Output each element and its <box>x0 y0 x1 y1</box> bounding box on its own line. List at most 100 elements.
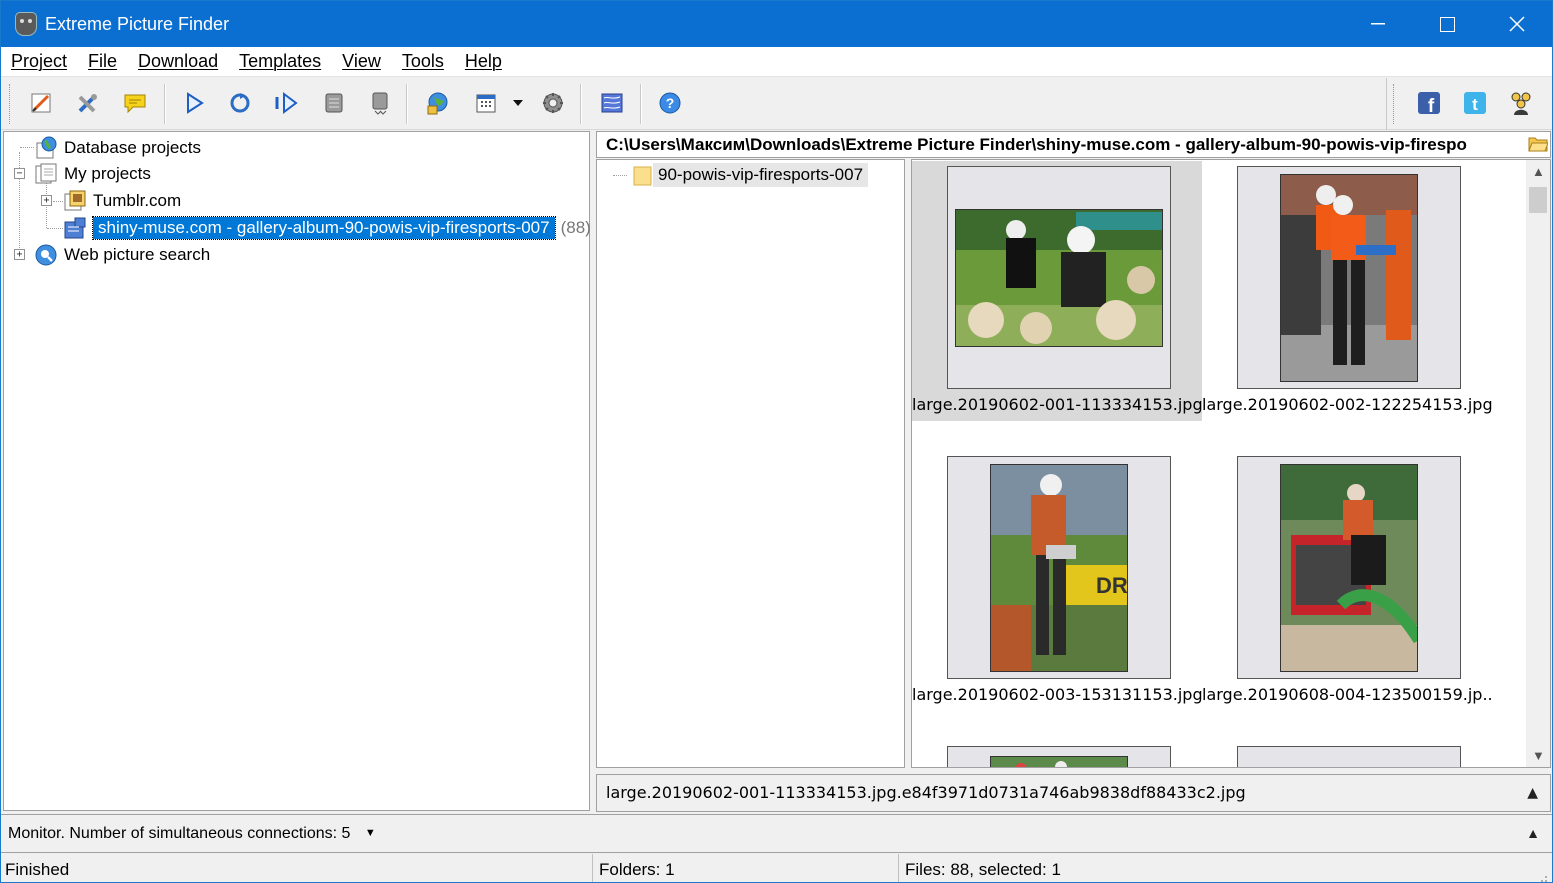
svg-text:t: t <box>1472 95 1478 114</box>
monitor-bar[interactable]: Monitor. Number of simultaneous connecti… <box>1 814 1552 853</box>
chevron-up-icon[interactable]: ▲ <box>1527 775 1538 811</box>
thumbnail-item-partial[interactable] <box>912 741 1202 767</box>
calendar-dropdown-icon[interactable] <box>509 90 527 116</box>
app-window: Extreme Picture Finder Project File Down… <box>0 0 1553 883</box>
tree-expand-tumblr[interactable]: + <box>41 195 52 206</box>
menu-file[interactable]: File <box>88 51 117 72</box>
social-toolbar-grip[interactable] <box>1393 84 1396 124</box>
folder-name: 90-powis-vip-firesports-007 <box>653 163 869 187</box>
thumbnail-item[interactable]: large.20190608-004-123500159.jp... <box>1202 451 1492 711</box>
maximize-button[interactable] <box>1412 1 1482 47</box>
photo-thumbnail <box>990 756 1128 767</box>
resize-grip-icon[interactable] <box>1536 866 1548 882</box>
community-icon[interactable] <box>1508 90 1534 116</box>
file-info-bar[interactable]: large.20190602-001-113334153.jpg.e84f397… <box>596 774 1551 812</box>
minimize-button[interactable] <box>1343 1 1413 47</box>
maximize-icon <box>1439 16 1455 32</box>
thumbnail-frame <box>1237 166 1461 389</box>
comment-icon[interactable] <box>122 90 148 116</box>
monitor-text: Monitor. Number of simultaneous connecti… <box>8 825 351 842</box>
status-files: Files: 88, selected: 1 <box>905 860 1061 879</box>
tree-label: Tumblr.com <box>93 191 182 210</box>
tools-icon[interactable] <box>75 90 101 116</box>
thumbnail-item[interactable]: large.20190602-002-122254153.jpg... <box>1202 161 1492 421</box>
facebook-icon[interactable]: f <box>1416 90 1442 116</box>
thumbnail-frame <box>947 166 1171 389</box>
toolbar-grip[interactable] <box>9 84 12 124</box>
tree-count: (88) <box>560 218 591 237</box>
thumbnail-frame <box>1237 456 1461 679</box>
current-path: C:\Users\Максим\Downloads\Extreme Pictur… <box>606 135 1467 154</box>
path-bar[interactable]: C:\Users\Максим\Downloads\Extreme Pictur… <box>596 131 1551 158</box>
status-state: Finished <box>1 854 593 882</box>
photo-thumbnail <box>955 208 1163 347</box>
thumbnail-item[interactable]: DRA large.20190602-003-153131153.jpg... <box>912 451 1202 711</box>
refresh-icon[interactable] <box>227 90 253 116</box>
thumbnail-label: large.20190602-003-153131153.jpg... <box>912 685 1202 704</box>
web-search-icon <box>34 243 58 267</box>
settings-icon[interactable] <box>540 90 566 116</box>
queue-icon[interactable] <box>367 90 393 116</box>
tumblr-project-icon <box>63 189 87 213</box>
menu-templates[interactable]: Templates <box>239 51 321 72</box>
open-folder-icon[interactable] <box>1528 136 1548 152</box>
tree-expand-web-search[interactable]: + <box>14 249 25 260</box>
tree-item-my-projects[interactable]: My projects <box>34 161 151 187</box>
web-globe-icon[interactable] <box>424 90 450 116</box>
next-icon[interactable] <box>273 90 299 116</box>
twitter-icon[interactable]: t <box>1462 90 1488 116</box>
tree-item-database-projects[interactable]: Database projects <box>34 135 201 161</box>
calendar-icon[interactable] <box>473 90 499 116</box>
thumbnail-grid[interactable]: large.20190602-001-113334153.jpg... larg… <box>911 159 1551 768</box>
stop-icon[interactable] <box>321 90 347 116</box>
folder-item[interactable]: 90-powis-vip-firesports-007 <box>633 163 869 187</box>
close-button[interactable] <box>1482 1 1552 47</box>
selected-filename: large.20190602-001-113334153.jpg.e84f397… <box>606 783 1246 802</box>
close-icon <box>1509 16 1525 32</box>
thumbnail-item[interactable]: large.20190602-001-113334153.jpg... <box>912 161 1202 421</box>
connections-dropdown-icon[interactable]: ▼ <box>365 815 376 852</box>
window-title: Extreme Picture Finder <box>45 13 230 34</box>
thumbnail-frame <box>1237 746 1461 767</box>
folder-panel[interactable]: 90-powis-vip-firesports-007 <box>596 159 905 768</box>
thumbnail-scrollbar[interactable]: ▲ ▼ <box>1526 160 1550 767</box>
minimize-icon <box>1371 23 1385 25</box>
database-icon[interactable] <box>599 90 625 116</box>
title-bar[interactable]: Extreme Picture Finder <box>1 1 1552 47</box>
my-projects-icon <box>34 162 58 186</box>
menu-project[interactable]: Project <box>11 51 67 72</box>
scrollbar-thumb[interactable] <box>1529 187 1547 213</box>
tree-item-selected-project[interactable]: shiny-muse.com - gallery-album-90-powis-… <box>63 215 591 241</box>
status-folders: Folders: 1 <box>595 854 899 882</box>
project-tree[interactable]: Database projects − My projects + Tumblr… <box>3 131 591 811</box>
thumbnail-label: large.20190602-002-122254153.jpg... <box>1202 395 1492 414</box>
svg-text:f: f <box>1428 96 1435 115</box>
menu-download[interactable]: Download <box>138 51 218 72</box>
menu-view[interactable]: View <box>342 51 381 72</box>
project-icon <box>63 216 87 240</box>
thumbnail-frame: DRA <box>947 456 1171 679</box>
menu-help[interactable]: Help <box>465 51 502 72</box>
app-logo-icon <box>15 12 37 36</box>
tree-label: Web picture search <box>64 245 211 264</box>
photo-thumbnail <box>1280 463 1418 672</box>
scroll-up-icon[interactable]: ▲ <box>1532 164 1545 179</box>
database-projects-icon <box>34 136 58 160</box>
menu-tools[interactable]: Tools <box>402 51 444 72</box>
tree-item-tumblr[interactable]: Tumblr.com <box>63 188 181 214</box>
status-bar: Finished Folders: 1 Files: 88, selected:… <box>1 854 1552 882</box>
tree-item-web-search[interactable]: Web picture search <box>34 242 210 268</box>
toolbar: ? f t <box>1 78 1552 130</box>
svg-text:?: ? <box>666 95 675 111</box>
thumbnail-label: large.20190602-001-113334153.jpg... <box>912 395 1202 414</box>
tree-label: My projects <box>64 164 151 183</box>
help-icon[interactable]: ? <box>657 90 683 116</box>
social-toolbar: f t <box>1386 78 1552 130</box>
play-icon[interactable] <box>181 90 207 116</box>
edit-project-icon[interactable] <box>28 90 54 116</box>
thumbnail-item-partial[interactable] <box>1202 741 1492 767</box>
chevron-up-icon[interactable]: ▲ <box>1526 815 1540 852</box>
photo-thumbnail <box>1280 173 1418 382</box>
scroll-down-icon[interactable]: ▼ <box>1532 748 1545 763</box>
tree-collapse-my-projects[interactable]: − <box>14 168 25 179</box>
